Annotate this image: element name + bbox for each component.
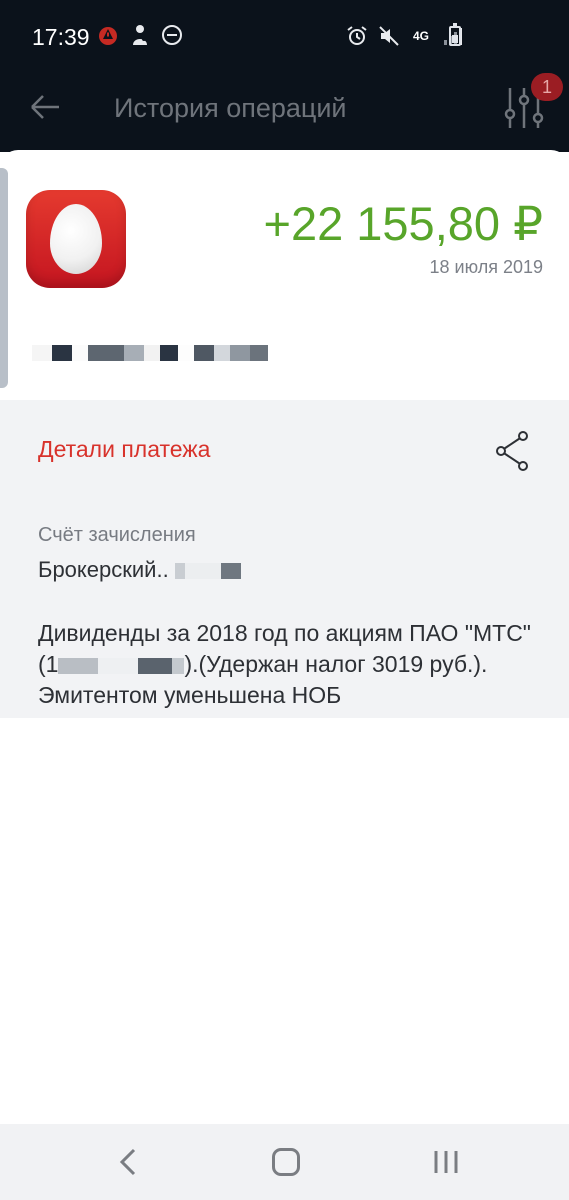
mask-block [138, 657, 173, 674]
alarm-icon [345, 24, 369, 48]
mask-block [184, 563, 221, 580]
mask-block [124, 345, 144, 361]
counterparty-masked [32, 344, 268, 362]
payment-details: Детали платежа Счёт зачисления Брокерски… [0, 400, 569, 718]
mask-block [174, 563, 185, 580]
network-label: 4G [412, 29, 429, 43]
page-title: История операций [114, 93, 347, 123]
mask-block [220, 563, 241, 580]
mask-block [172, 657, 185, 674]
mask-block [250, 345, 268, 361]
account-value: Брокерский.. [38, 557, 241, 583]
operation-amount: +22 155,80 ₽ [263, 197, 544, 250]
mask-block [178, 345, 194, 361]
app-header: История операций [0, 62, 569, 152]
account-label: Счёт зачисления [38, 524, 196, 546]
payment-description: Дивиденды за 2018 год по акциям ПАО "МТС… [38, 618, 538, 711]
nav-recents-icon[interactable] [432, 1149, 460, 1175]
status-bar: 17:39 4G [0, 0, 569, 62]
status-right-icons: 4G [345, 24, 465, 48]
operation-date: 18 июля 2019 [429, 257, 543, 277]
mask-block [144, 345, 160, 361]
scroll-handle[interactable] [0, 168, 8, 388]
mask-block [230, 345, 250, 361]
status-left-icons [96, 23, 184, 47]
nav-back-icon[interactable] [114, 1146, 142, 1178]
details-title: Детали платежа [38, 436, 211, 462]
mask-block [32, 345, 52, 361]
status-time: 17:39 [32, 24, 90, 50]
mask-block [52, 345, 72, 361]
mask-block [72, 345, 88, 361]
network-4g-icon: 4G [409, 24, 433, 48]
person-icon [128, 23, 152, 47]
warning-badge-icon [96, 23, 120, 47]
mask-block [88, 345, 124, 361]
account-value-text: Брокерский.. [38, 557, 175, 582]
mask-block [160, 345, 178, 361]
do-not-disturb-icon [160, 23, 184, 47]
opera-logo-icon [26, 190, 126, 288]
mask-block [214, 345, 230, 361]
nav-home-icon[interactable] [272, 1148, 300, 1176]
logo-egg-shape [50, 204, 102, 274]
mask-block [194, 345, 214, 361]
back-arrow-icon[interactable] [28, 90, 62, 124]
battery-level [452, 35, 458, 43]
mask-block [58, 657, 99, 674]
mask-block [98, 657, 139, 674]
filter-count-badge: 1 [531, 73, 563, 101]
system-nav-bar [0, 1124, 569, 1200]
share-icon[interactable] [494, 430, 530, 472]
muted-icon [377, 24, 401, 48]
battery-icon [449, 23, 461, 46]
